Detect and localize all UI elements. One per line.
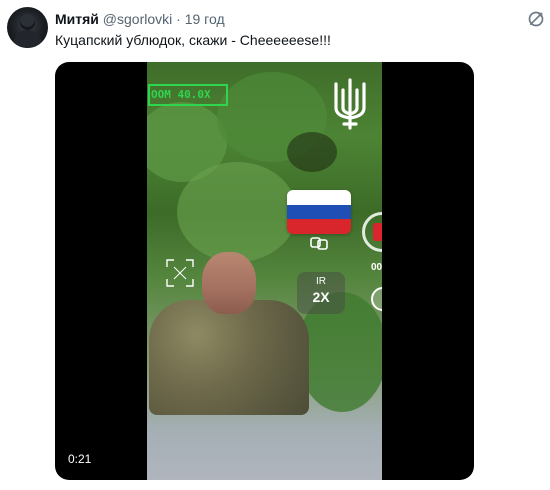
record-stop-square: [373, 223, 382, 241]
author-name[interactable]: Митяй: [55, 11, 99, 27]
flag-stripe-blue: [287, 204, 351, 220]
flag-stripe-white: [287, 190, 351, 205]
trident-emblem: [334, 78, 366, 130]
hud-zoom-readout: OOM 40.0X: [148, 84, 228, 106]
tweet-text: Куцапский ублюдок, скажи - Cheeeeeese!!!: [55, 32, 331, 48]
foliage-blob: [177, 162, 297, 262]
hud-zoom-button: IR 2X: [297, 272, 345, 314]
shadow-blob: [287, 132, 337, 172]
avatar[interactable]: [7, 7, 48, 48]
avatar-body-shape: [13, 30, 42, 48]
soldier-uniform: [149, 300, 309, 415]
hud-ir-label: IR: [316, 276, 326, 287]
flag-stripe-red: [287, 219, 351, 234]
video-duration: 0:21: [68, 452, 92, 466]
video-frame[interactable]: OOM 40.0X IR 2X 00: [147, 62, 382, 480]
tweet-time[interactable]: 19 год: [185, 11, 225, 27]
avatar-head-shape: [20, 14, 35, 30]
hud-zoom-level: 2X: [312, 289, 330, 305]
video-player[interactable]: OOM 40.0X IR 2X 00 0:21: [55, 62, 474, 480]
camera-link-icon: [310, 237, 328, 250]
focus-reticle-icon: [166, 259, 194, 287]
flag-overlay: [287, 190, 351, 234]
tweet-header: Митяй @sgorlovki · 19 год: [55, 10, 225, 28]
author-handle[interactable]: @sgorlovki: [103, 11, 172, 27]
hud-counter: 00: [371, 262, 382, 273]
separator-dot: ·: [176, 11, 181, 27]
tweet-card: Митяй @sgorlovki · 19 год Куцапский ублю…: [0, 0, 550, 490]
record-button-icon: [362, 212, 382, 252]
soldier-head: [202, 252, 256, 314]
report-icon[interactable]: [527, 10, 545, 28]
